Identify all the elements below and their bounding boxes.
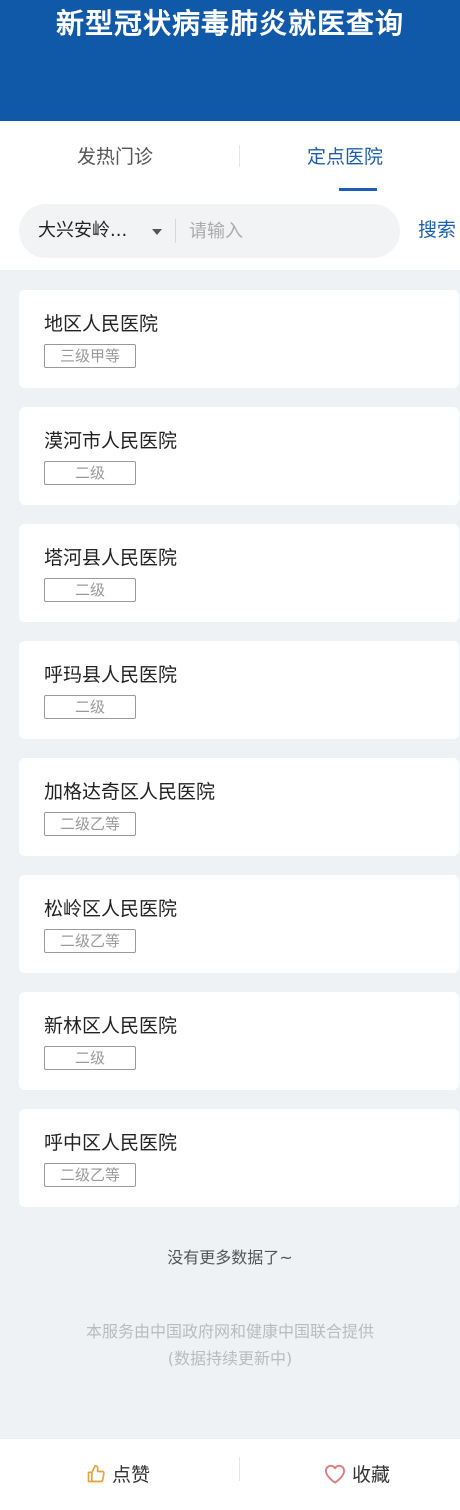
footer-line-2: (数据持续更新中) xyxy=(167,1349,293,1368)
search-input[interactable] xyxy=(189,204,389,258)
hospital-grade-badge: 二级 xyxy=(44,461,136,485)
hospital-name: 加格达奇区人民医院 xyxy=(44,781,216,803)
tab-fever-clinic[interactable]: 发热门诊 xyxy=(0,121,230,193)
active-tab-indicator xyxy=(339,188,377,191)
hospital-grade-badge: 二级乙等 xyxy=(44,812,136,836)
search-divider xyxy=(175,219,176,243)
bottom-bar-divider xyxy=(239,1457,240,1481)
list-end-text: 没有更多数据了~ xyxy=(167,1248,293,1267)
search-bar: 大兴安岭... 搜索 xyxy=(0,193,460,270)
hospital-card[interactable]: 松岭区人民医院 二级乙等 xyxy=(19,875,459,973)
thumbs-up-icon xyxy=(87,1464,105,1482)
hospital-name: 漠河市人民医院 xyxy=(44,430,178,452)
bottom-bar: 点赞 收藏 xyxy=(0,1438,460,1510)
hospital-grade-badge: 三级甲等 xyxy=(44,344,136,368)
hospital-grade-badge: 二级 xyxy=(44,578,136,602)
footer-note: 本服务由中国政府网和健康中国联合提供 (数据持续更新中) xyxy=(0,1318,460,1372)
hospital-card[interactable]: 呼玛县人民医院 二级 xyxy=(19,641,459,739)
hospital-name: 松岭区人民医院 xyxy=(44,898,178,920)
header-banner: 新型冠状病毒肺炎就医查询 xyxy=(0,0,460,121)
favorite-button[interactable]: 收藏 xyxy=(324,1439,390,1510)
tab-bar: 发热门诊 定点医院 xyxy=(0,121,460,193)
hospital-name: 新林区人民医院 xyxy=(44,1015,178,1037)
hospital-name: 呼玛县人民医院 xyxy=(44,664,178,686)
hospital-card[interactable]: 地区人民医院 三级甲等 xyxy=(19,290,459,388)
tab-designated-hospital[interactable]: 定点医院 xyxy=(230,121,460,193)
page-title: 新型冠状病毒肺炎就医查询 xyxy=(55,7,404,40)
hospital-grade-badge: 二级乙等 xyxy=(44,1163,136,1187)
like-label: 点赞 xyxy=(112,1464,151,1486)
hospital-card[interactable]: 呼中区人民医院 二级乙等 xyxy=(19,1109,459,1207)
hospital-grade-badge: 二级 xyxy=(44,1046,136,1070)
favorite-label: 收藏 xyxy=(352,1464,391,1486)
hospital-card[interactable]: 加格达奇区人民医院 二级乙等 xyxy=(19,758,459,856)
hospital-name: 呼中区人民医院 xyxy=(44,1132,178,1154)
hospital-name: 塔河县人民医院 xyxy=(44,547,178,569)
caret-down-icon[interactable] xyxy=(152,229,162,235)
hospital-card[interactable]: 漠河市人民医院 二级 xyxy=(19,407,459,505)
hospital-grade-badge: 二级乙等 xyxy=(44,929,136,953)
hospital-list: 地区人民医院 三级甲等 漠河市人民医院 二级 塔河县人民医院 二级 呼玛县人民医… xyxy=(19,290,459,1226)
hospital-grade-badge: 二级 xyxy=(44,695,136,719)
footer-line-1: 本服务由中国政府网和健康中国联合提供 xyxy=(85,1322,374,1341)
like-button[interactable]: 点赞 xyxy=(86,1439,150,1510)
region-selector[interactable]: 大兴安岭... xyxy=(38,204,127,258)
heart-icon xyxy=(324,1464,345,1484)
hospital-card[interactable]: 新林区人民医院 二级 xyxy=(19,992,459,1090)
search-box: 大兴安岭... xyxy=(19,204,400,258)
search-button[interactable]: 搜索 xyxy=(418,215,456,242)
hospital-name: 地区人民医院 xyxy=(44,313,159,335)
hospital-card[interactable]: 塔河县人民医院 二级 xyxy=(19,524,459,622)
